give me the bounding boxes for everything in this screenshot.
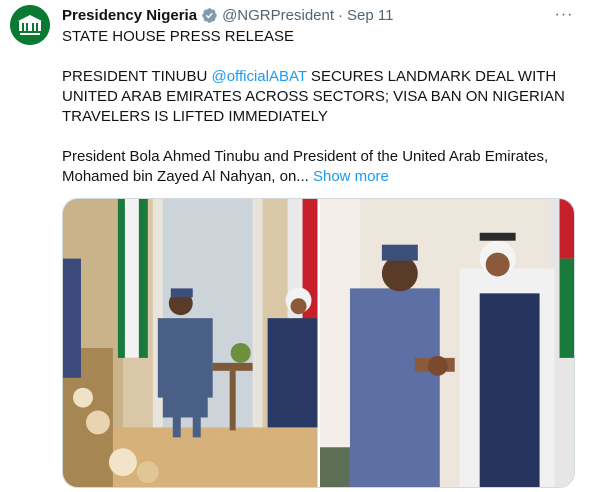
avatar[interactable] (10, 5, 50, 45)
meeting-photo[interactable] (63, 199, 318, 487)
tweet[interactable]: Presidency Nigeria @NGRPresident · Sep 1… (0, 0, 593, 492)
separator: · (338, 6, 344, 24)
press-release-label: STATE HOUSE PRESS RELEASE (62, 28, 295, 45)
show-more-link[interactable]: Show more (313, 168, 389, 185)
body-text: President Bola Ahmed Tinubu and Presiden… (62, 148, 549, 185)
headline: PRESIDENT TINUBU @officialABAT SECURES L… (62, 67, 587, 127)
tweet-header: Presidency Nigeria @NGRPresident · Sep 1… (62, 5, 575, 25)
handle[interactable]: @NGRPresident (222, 7, 334, 24)
media-grid (62, 198, 575, 488)
display-name[interactable]: Presidency Nigeria (62, 7, 197, 24)
tweet-text: STATE HOUSE PRESS RELEASE PRESIDENT TINU… (62, 27, 587, 187)
tweet-body: President Bola Ahmed Tinubu and Presiden… (62, 147, 587, 187)
handshake-photo[interactable] (319, 199, 574, 487)
more-options-icon[interactable]: ··· (553, 4, 575, 26)
verified-badge-icon[interactable] (201, 7, 218, 24)
headline-prefix: PRESIDENT TINUBU (62, 68, 212, 85)
state-house-logo-icon (10, 5, 50, 45)
tweet-date[interactable]: Sep 11 (347, 7, 393, 24)
mention-link[interactable]: @officialABAT (211, 68, 306, 85)
